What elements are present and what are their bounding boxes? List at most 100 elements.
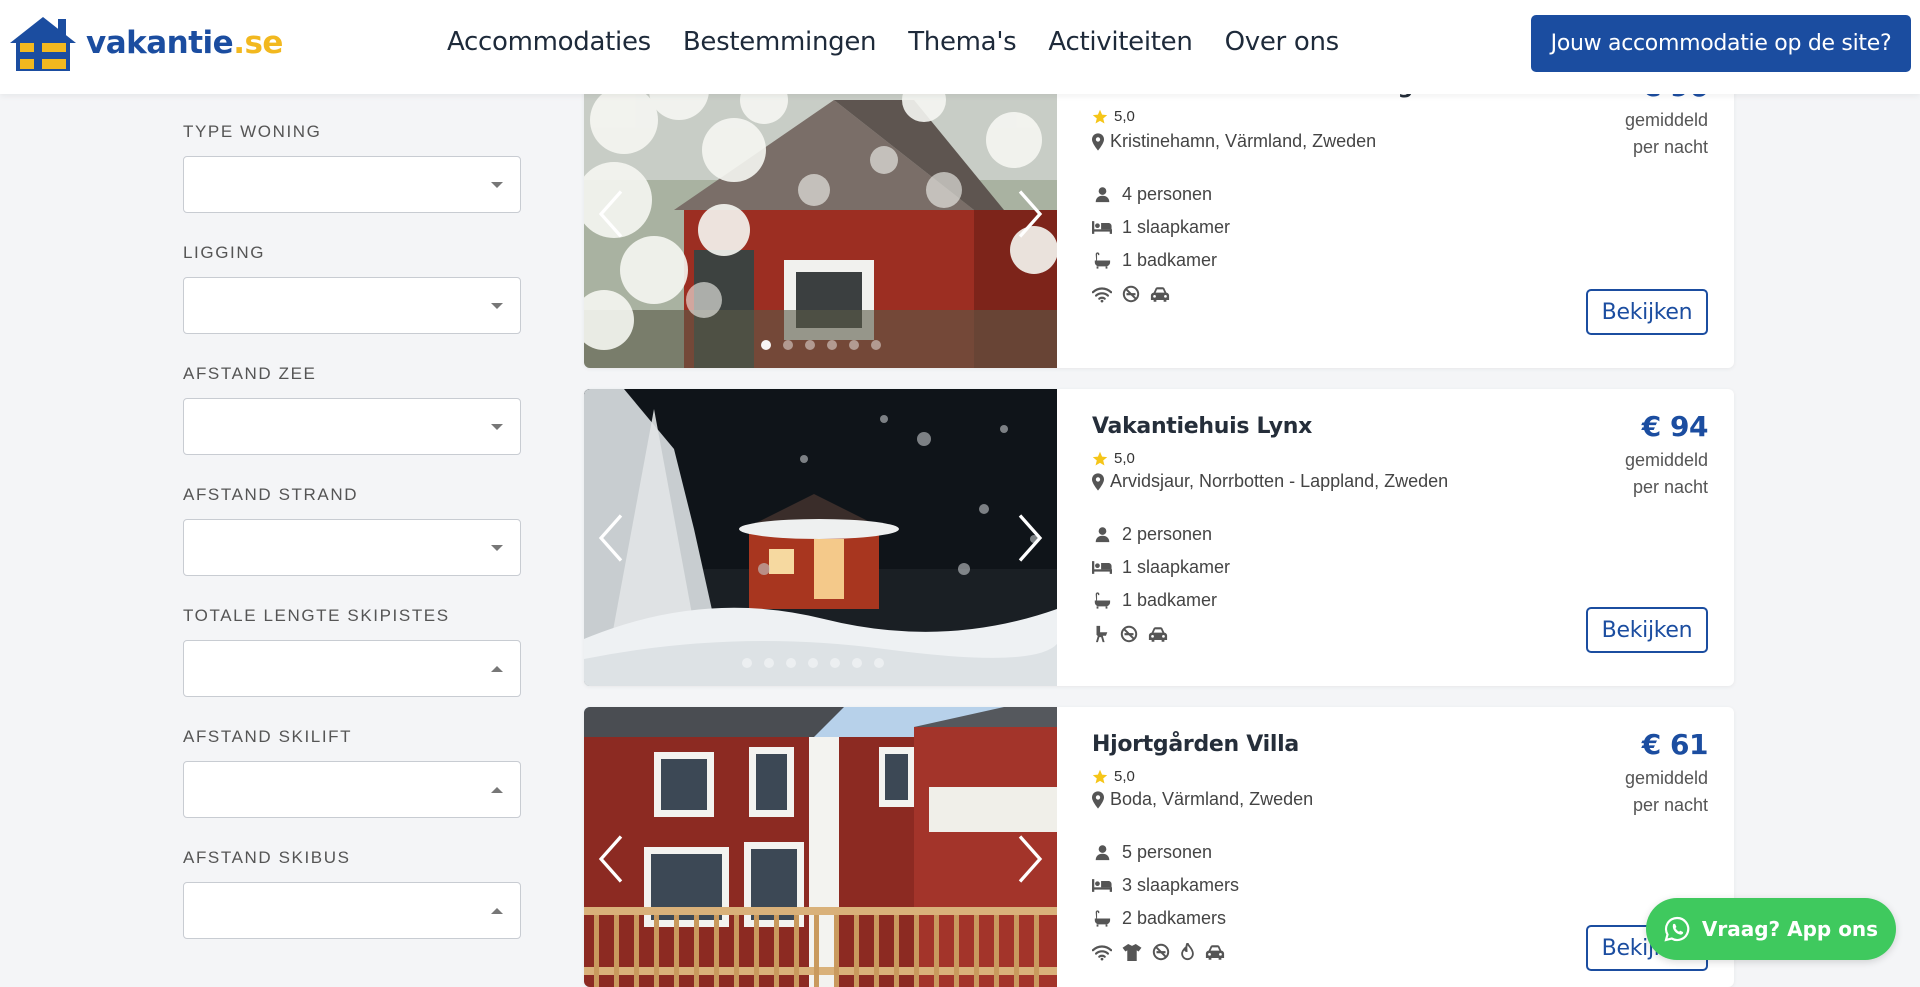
listing-photo-carousel[interactable] (584, 389, 1057, 686)
star-icon (1092, 109, 1108, 125)
filter-afstand-zee: AFSTAND ZEE (183, 336, 523, 457)
site-header: vakantie.se Accommodaties Bestemmingen T… (0, 0, 1920, 94)
carousel-prev-icon[interactable] (596, 189, 626, 239)
carousel-dot[interactable] (786, 658, 796, 668)
carousel-dot[interactable] (826, 340, 837, 350)
filter-select[interactable] (183, 519, 521, 576)
price-label: gemiddeld per nacht (1625, 107, 1708, 161)
wifi-icon (1092, 944, 1112, 961)
filter-lengte-skipistes: TOTALE LENGTE SKIPISTES (183, 578, 523, 699)
fireplace-icon (1180, 943, 1195, 961)
carousel-dot[interactable] (742, 658, 752, 668)
person-icon (1094, 844, 1111, 861)
persons-text: 2 personen (1122, 524, 1213, 544)
high-chair-icon (1092, 625, 1110, 643)
rating-value: 5,0 (1114, 108, 1135, 125)
amenities (1092, 625, 1168, 643)
nav-over-ons[interactable]: Over ons (1225, 27, 1340, 57)
nav-activiteiten[interactable]: Activiteiten (1048, 27, 1192, 57)
map-pin-icon (1092, 473, 1104, 491)
listing-card[interactable]: Hjortgården Villa 5,0 Boda, Värmland, Zw… (584, 707, 1734, 987)
view-button[interactable]: Bekijken (1586, 289, 1708, 335)
bed-icon (1092, 220, 1112, 235)
filter-sidebar: TYPE WONING LIGGING AFSTAND ZEE AFSTAND … (183, 94, 523, 941)
nav-accommodaties[interactable]: Accommodaties (447, 27, 651, 57)
site-logo[interactable]: vakantie.se (6, 12, 283, 74)
carousel-next-icon[interactable] (1015, 513, 1045, 563)
price-value: € 61 (1641, 728, 1709, 761)
carousel-dot[interactable] (830, 658, 840, 668)
parking-icon (1148, 626, 1168, 643)
listing-rating: 5,0 (1092, 450, 1135, 467)
bed-icon (1092, 560, 1112, 575)
price-sub-average: gemiddeld (1624, 450, 1708, 470)
star-icon (1092, 769, 1108, 785)
location-text: Boda, Värmland, Zweden (1110, 789, 1314, 809)
carousel-dot[interactable] (808, 658, 818, 668)
carousel-next-icon[interactable] (1015, 189, 1045, 239)
listing-photo-carousel[interactable] (584, 707, 1057, 987)
listing-photo-carousel[interactable] (584, 60, 1057, 368)
logo-text: vakantie (86, 25, 234, 61)
filter-afstand-strand: AFSTAND STRAND (183, 457, 523, 578)
parking-icon (1205, 944, 1225, 961)
price-sub-per-night: per nacht (1632, 477, 1708, 497)
caret-down-icon (491, 182, 503, 188)
feature-persons: 4 personen (1092, 184, 1212, 205)
carousel-dots (584, 658, 1057, 668)
carousel-dot[interactable] (764, 658, 774, 668)
listing-title[interactable]: Hjortgården Villa (1092, 732, 1299, 757)
carousel-prev-icon[interactable] (596, 834, 626, 884)
snowy-cabin-photo (584, 389, 1057, 686)
listing-rating: 5,0 (1092, 768, 1135, 785)
filter-label: AFSTAND SKILIFT (183, 727, 353, 746)
view-button[interactable]: Bekijken (1586, 607, 1708, 653)
washing-icon (1122, 944, 1142, 961)
carousel-prev-icon[interactable] (596, 513, 626, 563)
listing-location: Boda, Värmland, Zweden (1092, 789, 1313, 810)
bedrooms-text: 1 slaapkamer (1122, 557, 1231, 577)
amenities (1092, 285, 1170, 303)
filter-label: TOTALE LENGTE SKIPISTES (183, 606, 450, 625)
bedrooms-text: 1 slaapkamer (1122, 217, 1231, 237)
map-pin-icon (1092, 133, 1104, 151)
nav-bestemmingen[interactable]: Bestemmingen (683, 27, 877, 57)
price-sub-average: gemiddeld (1624, 110, 1708, 130)
filter-afstand-skibus: AFSTAND SKIBUS (183, 820, 523, 941)
persons-text: 5 personen (1122, 842, 1213, 862)
filter-select[interactable] (183, 156, 521, 213)
nav-themas[interactable]: Thema's (908, 27, 1017, 57)
carousel-dot[interactable] (852, 658, 862, 668)
bathrooms-text: 1 badkamer (1122, 250, 1218, 270)
filter-select[interactable] (183, 761, 521, 818)
map-pin-icon (1092, 791, 1104, 809)
no-smoking-icon (1122, 285, 1140, 303)
carousel-next-icon[interactable] (1015, 834, 1045, 884)
carousel-dot[interactable] (782, 340, 793, 350)
feature-bathrooms: 1 badkamer (1092, 250, 1217, 271)
listing-title[interactable]: Vakantiehuis Lynx (1092, 414, 1312, 439)
filter-select[interactable] (183, 277, 521, 334)
red-villa-photo (584, 707, 1057, 987)
caret-up-icon (491, 908, 503, 914)
carousel-dot[interactable] (760, 340, 771, 350)
whatsapp-icon (1664, 916, 1690, 942)
carousel-dot[interactable] (874, 658, 884, 668)
caret-up-icon (491, 666, 503, 672)
filter-select[interactable] (183, 398, 521, 455)
feature-bedrooms: 1 slaapkamer (1092, 557, 1230, 578)
carousel-dot[interactable] (870, 340, 881, 350)
carousel-dot[interactable] (804, 340, 815, 350)
price-sub-average: gemiddeld (1624, 768, 1708, 788)
filter-select[interactable] (183, 882, 521, 939)
filter-label: AFSTAND SKIBUS (183, 848, 351, 867)
listing-card[interactable]: Vakantiehuis am See Skagern 5,0 Kristine… (584, 60, 1734, 368)
filter-ligging: LIGGING (183, 215, 523, 336)
filter-label: AFSTAND STRAND (183, 485, 359, 504)
whatsapp-chat-button[interactable]: Vraag? App ons (1646, 898, 1896, 960)
listing-card[interactable]: Vakantiehuis Lynx 5,0 Arvidsjaur, Norrbo… (584, 389, 1734, 686)
filter-select[interactable] (183, 640, 521, 697)
list-accommodation-button[interactable]: Jouw accommodatie op de site? (1531, 15, 1911, 72)
bedrooms-text: 3 slaapkamers (1122, 875, 1240, 895)
carousel-dot[interactable] (848, 340, 859, 350)
